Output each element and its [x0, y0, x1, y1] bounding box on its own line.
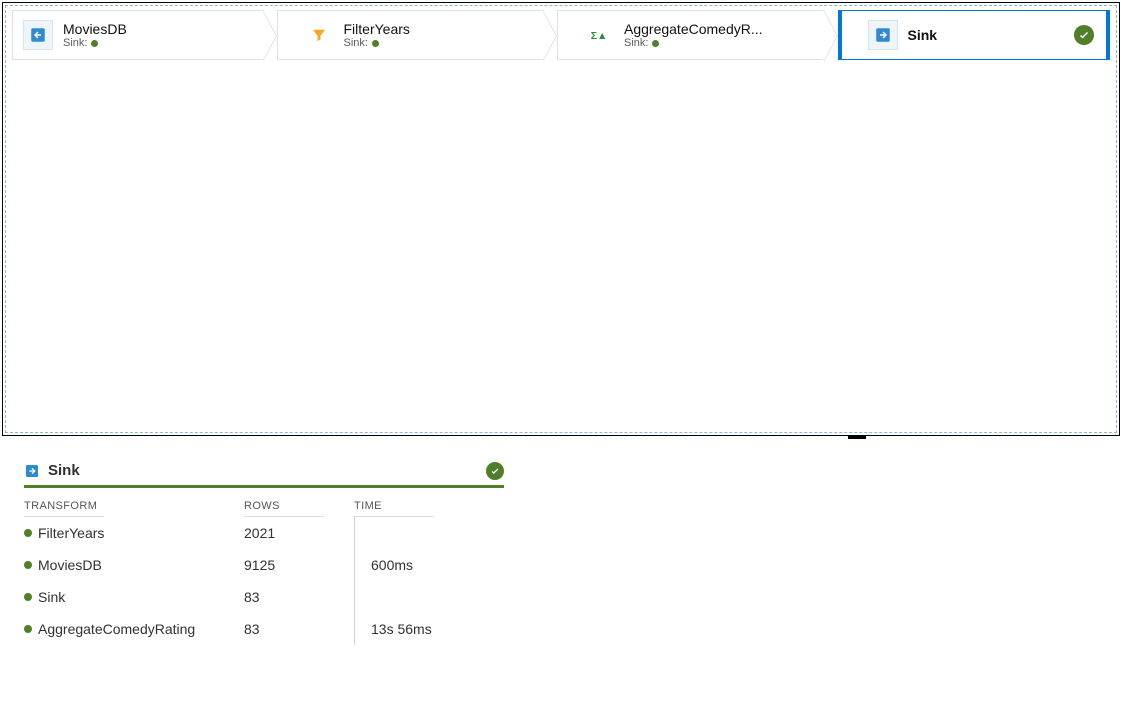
source-icon — [23, 20, 53, 50]
step-sub-label: Sink: — [624, 37, 648, 49]
time-value: 13s 56ms — [354, 613, 504, 645]
status-dot-icon — [372, 40, 379, 47]
step-title: MoviesDB — [63, 21, 127, 37]
step-filteryears[interactable]: FilterYears Sink: — [277, 10, 544, 60]
table-row: Sink — [24, 581, 244, 613]
transform-name: AggregateComedyRating — [38, 621, 195, 637]
results-table: TRANSFORM ROWS TIME FilterYears 2021 Mov… — [24, 494, 1100, 645]
svg-text:Σ▲: Σ▲ — [591, 30, 608, 42]
step-sub: Sink: — [344, 37, 410, 49]
rows-value: 9125 — [244, 549, 354, 581]
panel-title: Sink — [48, 462, 80, 479]
time-value — [354, 581, 504, 613]
step-title: Sink — [908, 27, 938, 43]
table-row: FilterYears — [24, 517, 244, 549]
step-title: FilterYears — [344, 21, 410, 37]
step-sub-label: Sink: — [63, 37, 87, 49]
col-transform: TRANSFORM — [24, 494, 104, 517]
status-dot-icon — [24, 529, 32, 537]
status-dot-icon — [24, 625, 32, 633]
checkmark-icon — [1074, 25, 1094, 45]
sink-icon — [868, 20, 898, 50]
time-value: 600ms — [354, 549, 504, 581]
status-dot-icon — [652, 40, 659, 47]
status-dot-icon — [24, 593, 32, 601]
status-dot-icon — [24, 561, 32, 569]
flow-row: MoviesDB Sink: FilterYears Sink: — [6, 6, 1116, 64]
panel-header: Sink — [24, 462, 504, 488]
step-aggregate[interactable]: Σ▲ AggregateComedyR... Sink: — [557, 10, 824, 60]
step-title: AggregateComedyR... — [624, 21, 763, 37]
time-value — [354, 517, 504, 549]
step-sub-label: Sink: — [344, 37, 368, 49]
col-time: TIME — [354, 494, 434, 517]
col-rows: ROWS — [244, 494, 324, 517]
step-moviesdb[interactable]: MoviesDB Sink: — [12, 10, 263, 60]
rows-value: 2021 — [244, 517, 354, 549]
splitter-handle[interactable] — [848, 435, 866, 439]
status-dot-icon — [91, 40, 98, 47]
table-row: MoviesDB — [24, 549, 244, 581]
sink-icon — [24, 463, 40, 479]
rows-value: 83 — [244, 581, 354, 613]
transform-name: FilterYears — [38, 525, 104, 541]
step-sink[interactable]: Sink — [838, 10, 1111, 60]
canvas-container: MoviesDB Sink: FilterYears Sink: — [2, 2, 1120, 436]
step-sub: Sink: — [63, 37, 127, 49]
transform-name: Sink — [38, 589, 65, 605]
aggregate-icon: Σ▲ — [584, 20, 614, 50]
step-sub: Sink: — [624, 37, 763, 49]
filter-icon — [304, 20, 334, 50]
canvas[interactable]: MoviesDB Sink: FilterYears Sink: — [5, 5, 1117, 433]
table-row: AggregateComedyRating — [24, 613, 244, 645]
checkmark-icon — [486, 462, 504, 480]
rows-value: 83 — [244, 613, 354, 645]
details-panel: Sink TRANSFORM ROWS TIME FilterYears 202… — [0, 438, 1124, 645]
transform-name: MoviesDB — [38, 557, 102, 573]
